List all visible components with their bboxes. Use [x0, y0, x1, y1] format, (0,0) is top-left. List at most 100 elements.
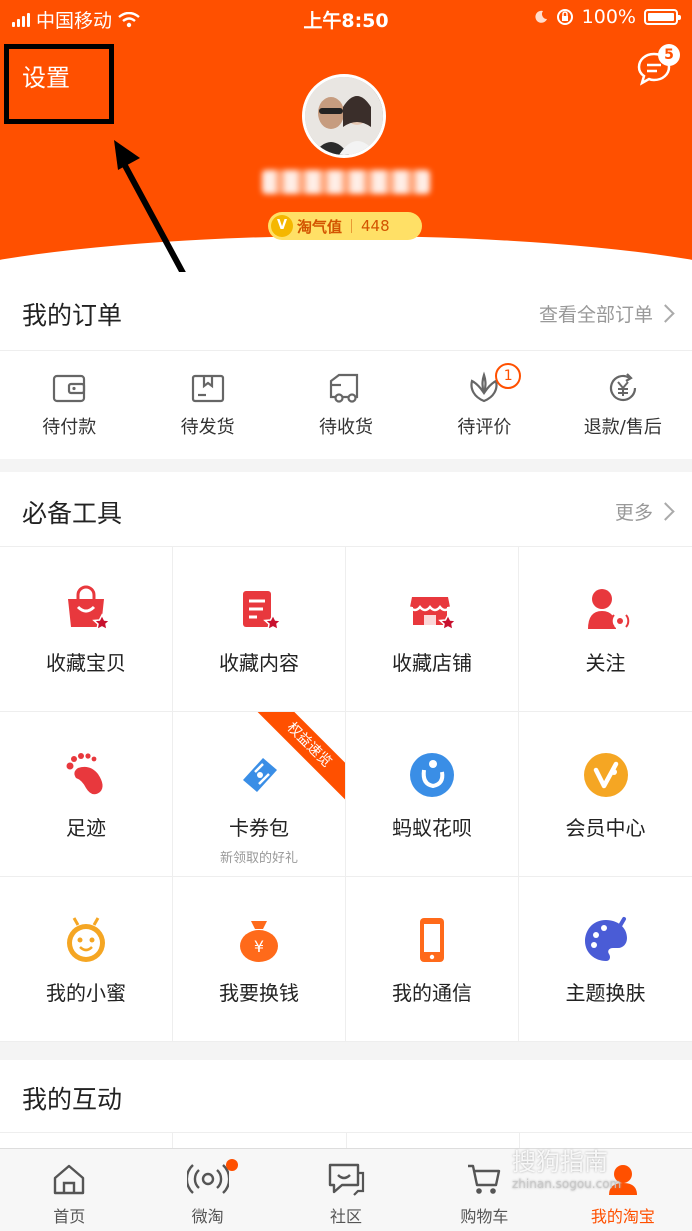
tab-home[interactable]: 首页	[0, 1149, 138, 1231]
order-label: 退款/售后	[583, 417, 662, 438]
tool-sublabel: 新领取的好礼	[219, 851, 298, 866]
tool-huabei[interactable]: 蚂蚁花呗	[346, 712, 519, 877]
box-icon	[191, 374, 224, 403]
chevron-right-icon	[656, 304, 675, 323]
tool-label: 我要换钱	[219, 981, 299, 1005]
tool-theme[interactable]: 主题换肤	[519, 877, 692, 1042]
tab-label: 我的淘宝	[590, 1207, 655, 1226]
taoqi-separator	[351, 219, 353, 233]
order-label: 待发货	[180, 417, 235, 438]
tool-label: 蚂蚁花呗	[392, 816, 472, 840]
watermark: 搜狗指南 zhinan.sogou.com	[512, 1142, 621, 1191]
phone-icon	[420, 918, 444, 962]
tools-more-link[interactable]: 更多	[614, 498, 675, 525]
tool-follow[interactable]: 关注	[519, 547, 692, 712]
tab-label: 微淘	[191, 1207, 224, 1226]
svg-text:¥: ¥	[254, 937, 264, 956]
order-label: 待收货	[319, 417, 374, 438]
order-label: 待评价	[457, 417, 512, 438]
tab-label: 购物车	[460, 1207, 509, 1226]
battery-percent: 100%	[581, 6, 636, 28]
coupon-icon	[243, 758, 277, 792]
watermark-text: 搜狗指南	[512, 1148, 608, 1176]
order-pending-payment[interactable]: 待付款	[0, 351, 138, 459]
follow-icon	[587, 589, 629, 629]
orders-title: 我的订单	[22, 301, 123, 330]
tool-label: 收藏店铺	[392, 651, 472, 675]
taoqi-value: 448	[361, 217, 390, 235]
view-all-orders-link[interactable]: 查看全部订单	[538, 300, 675, 327]
tab-label: 首页	[53, 1207, 86, 1226]
tool-favorite-items[interactable]: 收藏宝贝	[0, 547, 173, 712]
order-pending-review[interactable]: 1 待评价	[415, 351, 553, 459]
tool-exchange-money[interactable]: ¥ 我要换钱	[173, 877, 346, 1042]
status-right: 100%	[534, 6, 681, 28]
watermark-url: zhinan.sogou.com	[512, 1177, 622, 1191]
taoqi-label: 淘气值	[297, 217, 343, 236]
tools-grid: 收藏宝贝 收藏内容 收藏店铺 关注 足迹 权益速览 卡券包 新领取的好礼 蚂蚁花…	[0, 546, 692, 1042]
tool-favorite-content[interactable]: 收藏内容	[173, 547, 346, 712]
moon-icon	[535, 10, 547, 23]
taoqi-badge[interactable]: V 淘气值 448	[268, 212, 422, 240]
username-blurred	[262, 170, 430, 194]
tool-label: 卡券包	[229, 816, 289, 840]
footprint-icon	[66, 753, 103, 795]
truck-icon	[329, 373, 359, 403]
weitao-notification-dot	[226, 1159, 239, 1171]
tool-label: 足迹	[66, 816, 106, 840]
avatar-photo	[305, 77, 383, 155]
favorite-content-icon	[243, 591, 283, 631]
review-badge: 1	[495, 363, 522, 389]
huabei-icon	[410, 753, 454, 797]
weitao-icon	[185, 1164, 230, 1194]
orders-header: 我的订单 查看全部订单	[0, 272, 692, 350]
tool-label: 收藏内容	[219, 651, 299, 675]
interaction-section: 我的互动	[0, 1060, 692, 1149]
tool-member-center[interactable]: 会员中心	[519, 712, 692, 877]
tool-label: 我的小蜜	[46, 981, 126, 1005]
status-bar: 中国移动 上午8:50 100%	[0, 0, 692, 36]
tool-my-telecom[interactable]: 我的通信	[346, 877, 519, 1042]
order-pending-receipt[interactable]: 待收货	[277, 351, 415, 459]
order-label: 待付款	[42, 417, 97, 438]
view-all-orders-label: 查看全部订单	[538, 304, 653, 326]
battery-icon	[644, 9, 681, 25]
order-status-row: 待付款 待发货 待收货 1 待评价 退款/售后	[0, 350, 692, 459]
money-bag-icon: ¥	[240, 921, 278, 962]
tools-header: 必备工具 更多	[0, 472, 692, 546]
tools-more-label: 更多	[614, 502, 653, 524]
tool-assistant[interactable]: 我的小蜜	[0, 877, 173, 1042]
annotation-arrow-icon	[114, 140, 193, 289]
tool-footprint[interactable]: 足迹	[0, 712, 173, 877]
taoqi-v-icon: V	[271, 215, 293, 237]
tab-weitao[interactable]: 微淘	[138, 1149, 276, 1231]
theme-icon	[584, 917, 627, 961]
annotation-box	[4, 44, 114, 124]
order-pending-shipment[interactable]: 待发货	[138, 351, 276, 459]
avatar[interactable]	[302, 74, 386, 158]
cart-icon	[468, 1164, 501, 1194]
tool-label: 会员中心	[565, 816, 646, 840]
tab-community[interactable]: 社区	[277, 1149, 415, 1231]
tool-favorite-shops[interactable]: 收藏店铺	[346, 547, 519, 712]
tab-label: 社区	[330, 1207, 363, 1226]
member-icon	[583, 753, 628, 797]
chevron-right-icon	[656, 502, 675, 521]
favorite-bag-icon	[68, 585, 112, 631]
home-icon	[54, 1164, 85, 1195]
order-refund[interactable]: 退款/售后	[554, 351, 692, 459]
favorite-shop-icon	[409, 597, 458, 631]
tool-label: 收藏宝贝	[46, 651, 126, 675]
tool-label: 关注	[585, 651, 626, 675]
tool-label: 我的通信	[392, 981, 472, 1005]
rotation-lock-icon	[556, 9, 573, 25]
tools-title: 必备工具	[22, 499, 123, 528]
refund-icon	[609, 373, 636, 402]
wallet-icon	[53, 374, 86, 403]
interaction-title: 我的互动	[22, 1085, 123, 1114]
message-button[interactable]: 5	[636, 44, 680, 90]
tool-label: 主题换肤	[565, 981, 646, 1005]
assistant-icon	[67, 917, 105, 962]
tool-coupon-wallet[interactable]: 权益速览 卡券包 新领取的好礼	[173, 712, 346, 877]
message-badge: 5	[658, 44, 680, 66]
